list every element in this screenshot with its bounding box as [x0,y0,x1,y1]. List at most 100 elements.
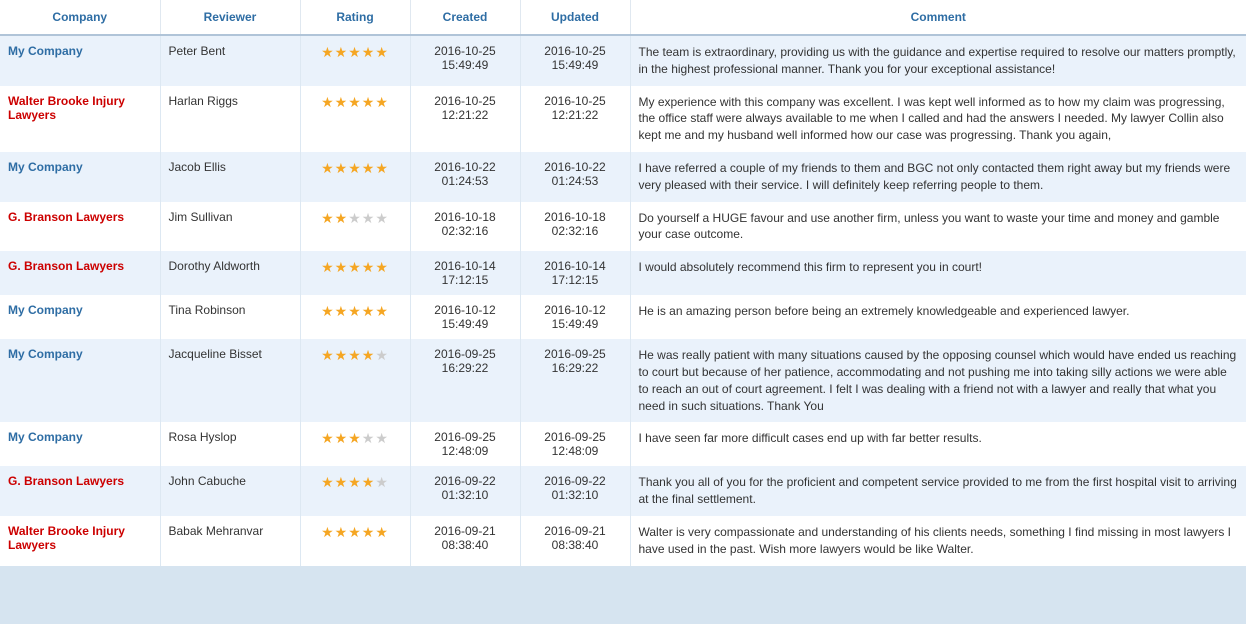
cell-company: My Company [0,152,160,202]
comment-text: I have seen far more difficult cases end… [639,431,982,445]
reviewer-name: Harlan Riggs [169,94,238,108]
cell-updated: 2016-10-2201:24:53 [520,152,630,202]
table-header-row: Company Reviewer Rating Created Updated … [0,0,1246,35]
star-filled: ★ [335,474,349,490]
cell-rating: ★★★★★ [300,152,410,202]
company-name: Walter Brooke Injury Lawyers [8,524,125,552]
cell-created: 2016-10-1802:32:16 [410,202,520,252]
star-filled: ★ [348,160,362,176]
cell-reviewer: John Cabuche [160,466,300,516]
cell-comment: My experience with this company was exce… [630,86,1246,152]
updated-datetime: 2016-09-2201:32:10 [544,474,605,502]
star-filled: ★ [362,44,376,60]
star-rating: ★★★★★ [321,162,389,176]
reviewer-name: Tina Robinson [169,303,246,317]
header-updated: Updated [520,0,630,35]
cell-reviewer: Tina Robinson [160,295,300,339]
table-row: My Company Rosa Hyslop ★★★★★ 2016-09-251… [0,422,1246,466]
company-name: My Company [8,44,83,58]
updated-datetime: 2016-10-2515:49:49 [544,44,605,72]
table-row: My Company Jacob Ellis ★★★★★ 2016-10-220… [0,152,1246,202]
cell-reviewer: Jacob Ellis [160,152,300,202]
header-rating: Rating [300,0,410,35]
cell-rating: ★★★★★ [300,295,410,339]
star-filled: ★ [348,430,362,446]
comment-text: The team is extraordinary, providing us … [639,45,1236,76]
cell-company: My Company [0,35,160,86]
updated-datetime: 2016-10-2201:24:53 [544,160,605,188]
comment-text: He was really patient with many situatio… [639,348,1237,412]
header-reviewer: Reviewer [160,0,300,35]
star-filled: ★ [335,160,349,176]
created-datetime: 2016-09-2516:29:22 [434,347,495,375]
star-filled: ★ [362,474,376,490]
updated-datetime: 2016-09-2108:38:40 [544,524,605,552]
company-name: Walter Brooke Injury Lawyers [8,94,125,122]
cell-reviewer: Rosa Hyslop [160,422,300,466]
cell-updated: 2016-09-2201:32:10 [520,466,630,516]
cell-reviewer: Harlan Riggs [160,86,300,152]
star-rating: ★★★★★ [321,349,389,363]
star-filled: ★ [321,474,335,490]
cell-rating: ★★★★★ [300,202,410,252]
company-name: My Company [8,303,83,317]
star-empty: ★ [375,210,389,226]
table-row: My Company Tina Robinson ★★★★★ 2016-10-1… [0,295,1246,339]
cell-rating: ★★★★★ [300,516,410,566]
star-filled: ★ [321,347,335,363]
header-comment: Comment [630,0,1246,35]
reviewer-name: Jacqueline Bisset [169,347,262,361]
company-name: My Company [8,430,83,444]
company-name: My Company [8,347,83,361]
star-filled: ★ [335,524,349,540]
reviewer-name: Dorothy Aldworth [169,259,260,273]
created-datetime: 2016-10-1417:12:15 [434,259,495,287]
reviews-table: Company Reviewer Rating Created Updated … [0,0,1246,590]
cell-reviewer: Babak Mehranvar [160,516,300,566]
cell-rating: ★★★★★ [300,466,410,516]
cell-reviewer: Dorothy Aldworth [160,251,300,295]
star-filled: ★ [375,44,389,60]
star-filled: ★ [321,160,335,176]
star-filled: ★ [321,259,335,275]
star-filled: ★ [348,524,362,540]
cell-company: Walter Brooke Injury Lawyers [0,86,160,152]
created-datetime: 2016-09-2201:32:10 [434,474,495,502]
star-filled: ★ [321,210,335,226]
star-empty: ★ [362,210,376,226]
star-rating: ★★★★★ [321,526,389,540]
cell-updated: 2016-09-2516:29:22 [520,339,630,422]
updated-datetime: 2016-10-1215:49:49 [544,303,605,331]
table-row: G. Branson Lawyers Jim Sullivan ★★★★★ 20… [0,202,1246,252]
star-filled: ★ [348,474,362,490]
comment-text: Thank you all of you for the proficient … [639,475,1237,506]
cell-created: 2016-09-2201:32:10 [410,466,520,516]
table-row: My Company Peter Bent ★★★★★ 2016-10-2515… [0,35,1246,86]
table-row: G. Branson Lawyers Dorothy Aldworth ★★★★… [0,251,1246,295]
star-filled: ★ [375,303,389,319]
company-name: G. Branson Lawyers [8,259,124,273]
cell-company: G. Branson Lawyers [0,251,160,295]
cell-created: 2016-10-1417:12:15 [410,251,520,295]
star-filled: ★ [362,347,376,363]
company-name: G. Branson Lawyers [8,210,124,224]
star-filled: ★ [335,347,349,363]
cell-created: 2016-10-2201:24:53 [410,152,520,202]
star-rating: ★★★★★ [321,96,389,110]
cell-company: My Company [0,339,160,422]
cell-created: 2016-09-2108:38:40 [410,516,520,566]
star-filled: ★ [321,524,335,540]
cell-company: My Company [0,422,160,466]
created-datetime: 2016-10-2512:21:22 [434,94,495,122]
table-row: G. Branson Lawyers John Cabuche ★★★★★ 20… [0,466,1246,516]
created-datetime: 2016-10-2201:24:53 [434,160,495,188]
reviewer-name: John Cabuche [169,474,246,488]
cell-updated: 2016-10-2512:21:22 [520,86,630,152]
created-datetime: 2016-09-2512:48:09 [434,430,495,458]
cell-created: 2016-10-2515:49:49 [410,35,520,86]
cell-comment: Thank you all of you for the proficient … [630,466,1246,516]
star-rating: ★★★★★ [321,476,389,490]
star-filled: ★ [335,44,349,60]
star-filled: ★ [375,524,389,540]
star-filled: ★ [335,94,349,110]
